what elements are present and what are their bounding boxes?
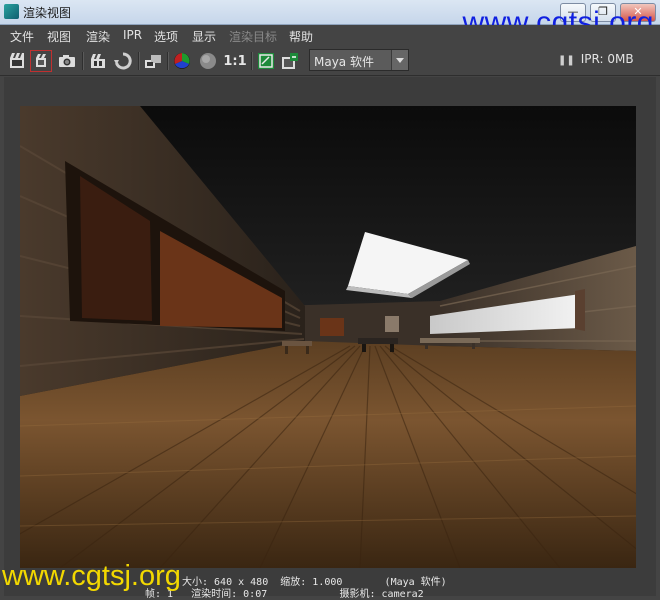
menu-file[interactable]: 文件: [10, 28, 34, 45]
toolbar-separator: [138, 52, 140, 70]
keep-image-icon[interactable]: [256, 51, 276, 71]
ipr-render-icon[interactable]: [88, 51, 108, 71]
renderer-select[interactable]: Maya 软件: [309, 49, 409, 71]
menu-help[interactable]: 帮助: [289, 28, 313, 45]
menu-view[interactable]: 视图: [47, 28, 71, 45]
render-sequence-icon[interactable]: [143, 51, 163, 71]
menu-ipr[interactable]: IPR: [123, 28, 142, 42]
ipr-status: ❚❚ IPR: 0MB: [558, 52, 634, 66]
rgb-channels-icon[interactable]: [172, 51, 192, 71]
chevron-down-icon: [391, 50, 408, 70]
menu-options[interactable]: 选项: [154, 28, 178, 45]
watermark-bottom: www.cgtsj.org: [2, 560, 181, 592]
redo-render-icon[interactable]: [7, 51, 27, 71]
menu-render[interactable]: 渲染: [86, 28, 110, 45]
maya-app-icon: [4, 4, 19, 19]
toolbar-separator: [167, 52, 169, 70]
remove-image-icon[interactable]: [280, 51, 300, 71]
alpha-channel-icon[interactable]: [198, 51, 218, 71]
pause-icon[interactable]: ❚❚: [558, 55, 575, 66]
snapshot-camera-icon[interactable]: [57, 51, 77, 71]
menu-display[interactable]: 显示: [192, 28, 216, 45]
render-info-line2: 帧: 1 渲染时间: 0:07 摄影机: camera2: [145, 589, 424, 600]
menu-render-targets[interactable]: 渲染目标: [229, 28, 277, 45]
real-size-button[interactable]: 1:1: [223, 51, 247, 71]
ipr-memory-label: IPR: 0MB: [580, 52, 634, 66]
window-title: 渲染视图: [23, 6, 72, 20]
menu-bar: 文件 视图 渲染 IPR 选项 显示 渲染目标 帮助: [0, 25, 660, 47]
toolbar-separator: [251, 52, 253, 70]
refresh-ipr-icon[interactable]: [113, 51, 133, 71]
render-region-icon[interactable]: [30, 50, 52, 72]
renderer-select-value: Maya 软件: [314, 55, 374, 69]
rendered-image: [20, 106, 636, 568]
toolbar-separator: [82, 52, 84, 70]
